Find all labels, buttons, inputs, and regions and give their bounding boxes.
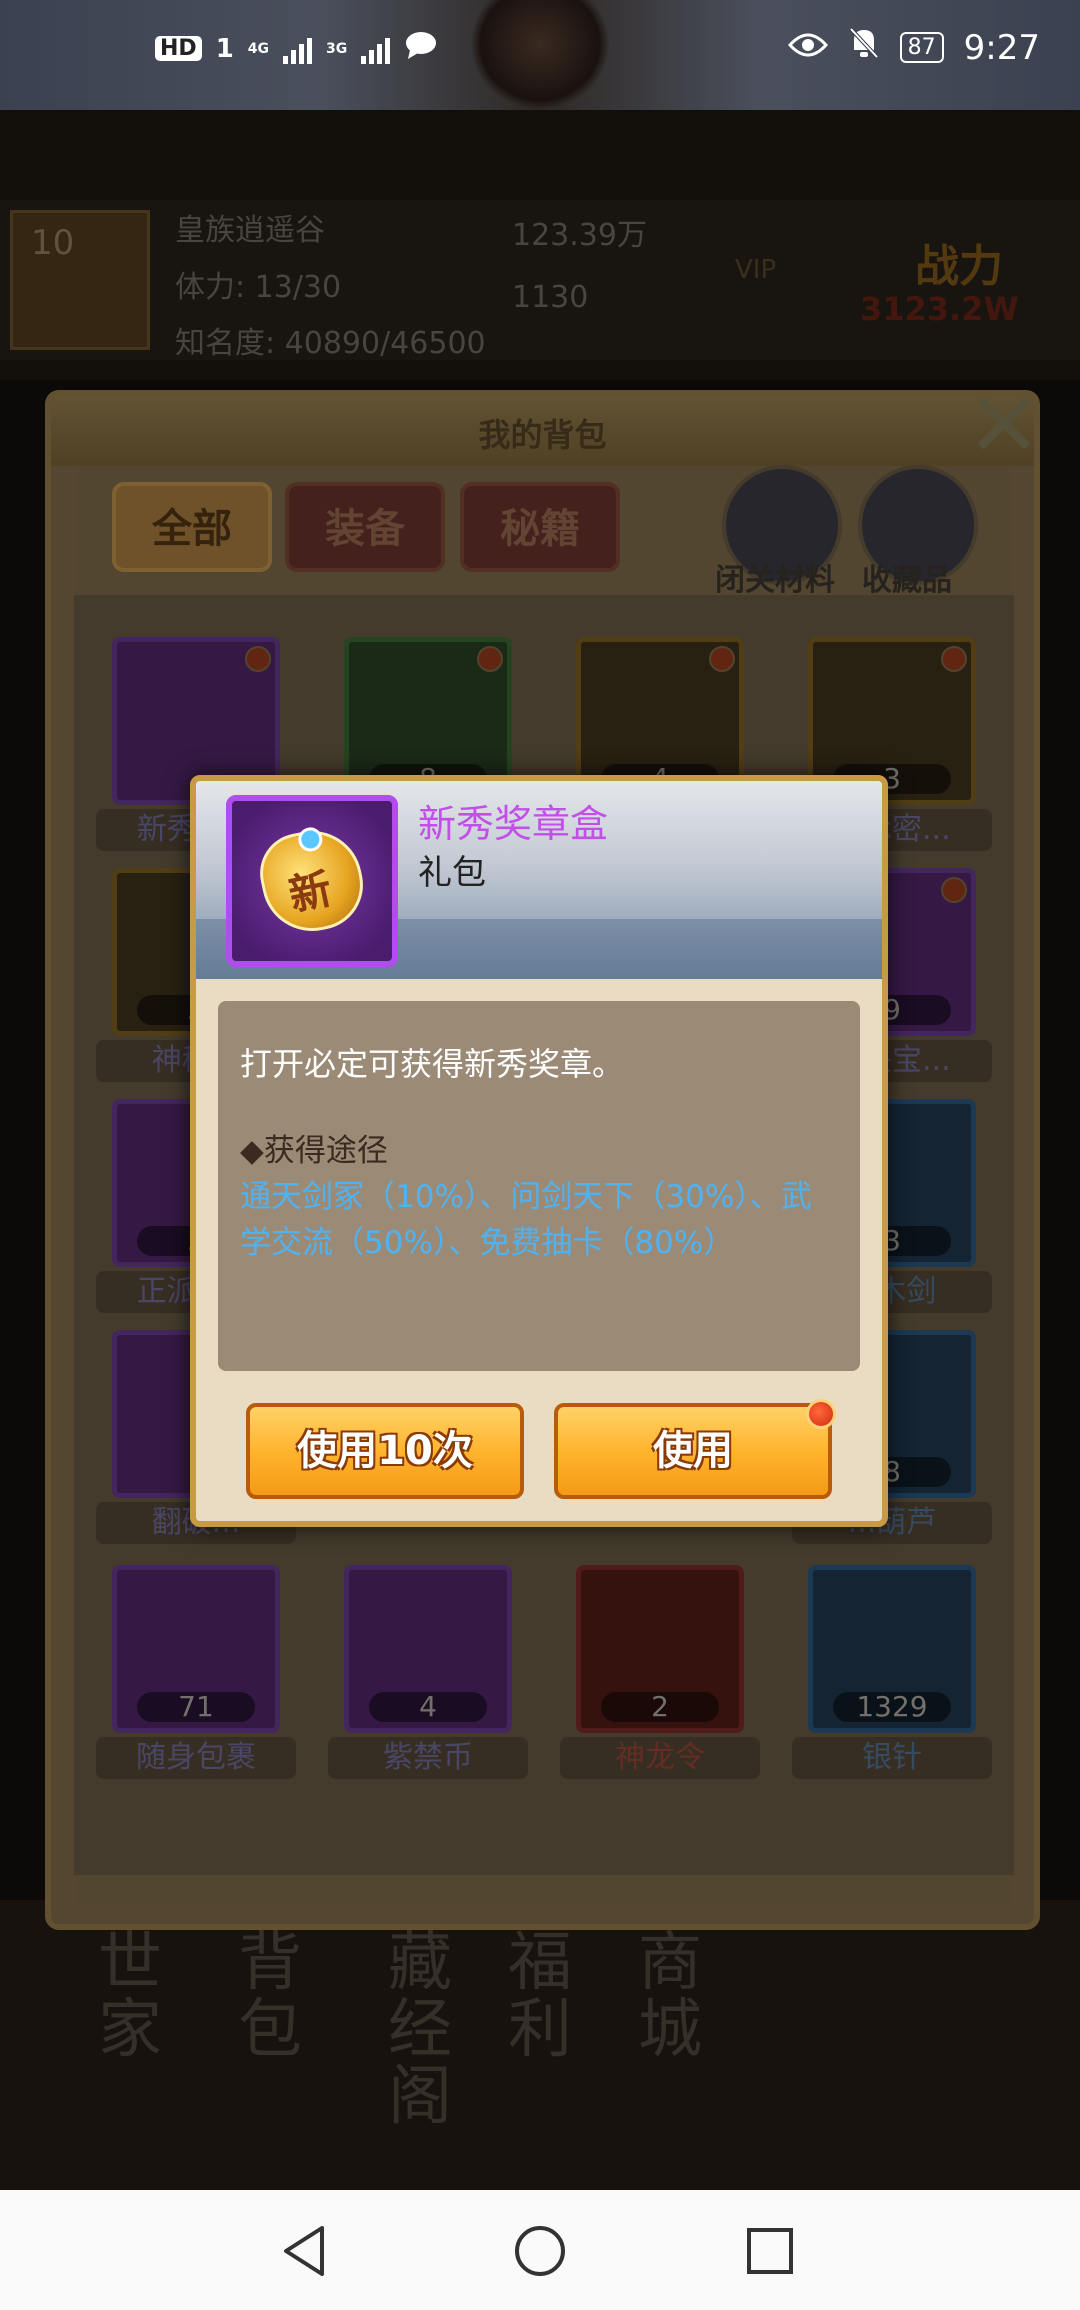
status-bar-right: 87 9:27 xyxy=(787,26,1040,69)
status-bar: HD 1 4G 3G 87 9:27 xyxy=(0,0,1080,110)
net-type-4g: 4G xyxy=(247,40,270,57)
medal-glyph: 新 xyxy=(284,863,336,921)
notification-dot-icon xyxy=(806,1399,836,1429)
use-10-times-button[interactable]: 使用10次 xyxy=(246,1403,524,1499)
item-detail-dialog: 新 新秀奖章盒 礼包 打开必定可获得新秀奖章。 ◆获得途径 通天剑冢（10%）、… xyxy=(190,775,888,1527)
use-button[interactable]: 使用 xyxy=(554,1399,836,1499)
clock: 9:27 xyxy=(963,27,1040,68)
use-button-label: 使用 xyxy=(653,1428,733,1474)
gem-icon xyxy=(296,825,325,854)
status-bar-left: HD 1 4G 3G xyxy=(155,30,438,67)
hd-indicator: HD xyxy=(155,36,202,61)
message-icon xyxy=(404,30,438,67)
source-title: ◆获得途径 xyxy=(240,1133,388,1169)
source-list: 通天剑冢（10%）、问剑天下（30%）、武学交流（50%）、免费抽卡（80%） xyxy=(240,1179,812,1261)
game-crest-ornament xyxy=(470,0,610,110)
item-description: 打开必定可获得新秀奖章。 xyxy=(240,1045,625,1083)
battery-indicator: 87 xyxy=(899,32,944,63)
item-icon: 新 xyxy=(226,795,398,967)
back-icon[interactable] xyxy=(270,2216,340,2286)
mute-bell-icon xyxy=(848,26,880,69)
net-type-3g: 3G xyxy=(326,40,348,57)
home-icon[interactable] xyxy=(505,2216,575,2286)
system-nav-bar xyxy=(0,2190,1080,2310)
medal-icon: 新 xyxy=(252,821,372,941)
recents-icon[interactable] xyxy=(735,2216,805,2286)
item-type: 礼包 xyxy=(418,853,486,893)
eye-icon xyxy=(787,28,828,68)
dialog-body: 打开必定可获得新秀奖章。 ◆获得途径 通天剑冢（10%）、问剑天下（30%）、武… xyxy=(218,1001,860,1371)
item-name: 新秀奖章盒 xyxy=(418,802,609,846)
signal-icon xyxy=(283,34,313,64)
sim-indicator: 1 xyxy=(215,33,234,64)
signal-icon-2 xyxy=(361,34,391,64)
